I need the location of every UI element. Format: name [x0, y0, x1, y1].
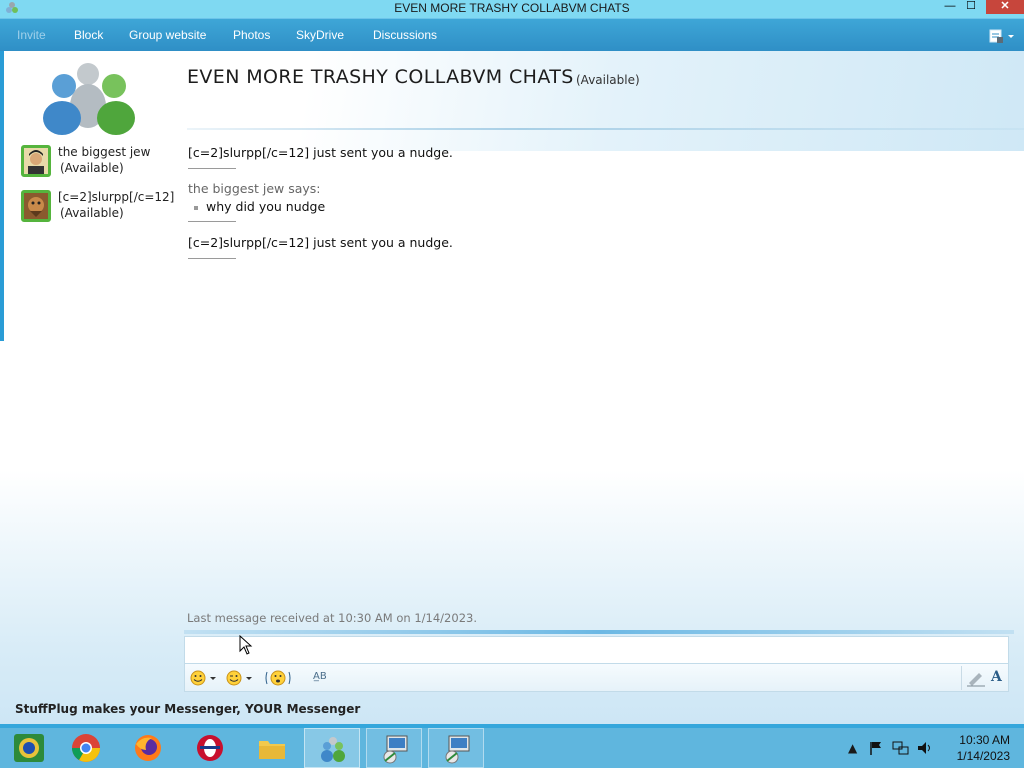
handwriting-icon[interactable]: [965, 669, 987, 687]
taskbar-remote-desktop-2[interactable]: [428, 728, 484, 768]
menu-bar: Invite Block Group website Photos SkyDri…: [0, 18, 1024, 51]
header-divider: [187, 128, 1024, 130]
taskbar-file-explorer[interactable]: [244, 728, 300, 768]
input-glow: [184, 630, 1014, 634]
action-center-flag-icon[interactable]: [868, 740, 884, 756]
group-status: (Available): [576, 73, 640, 87]
network-icon[interactable]: [892, 740, 910, 756]
contact-avatar-icon: [24, 148, 48, 174]
firefox-icon: [135, 735, 161, 761]
format-toolbar: A̲B A: [184, 664, 1009, 692]
close-button[interactable]: ✕: [986, 0, 1024, 14]
opera-icon: [197, 735, 223, 761]
taskbar-opera[interactable]: [182, 728, 238, 768]
last-message-info: Last message received at 10:30 AM on 1/1…: [187, 611, 477, 625]
contact-status: (Available): [60, 161, 124, 175]
toolbar-divider: [961, 666, 962, 690]
menu-options-icon[interactable]: [988, 28, 1016, 44]
title-bar: EVEN MORE TRASHY COLLABVM CHATS — ☐ ✕: [0, 0, 1024, 18]
chat-message-text: why did you nudge: [206, 199, 326, 214]
taskbar-messenger[interactable]: [304, 728, 360, 768]
menu-block[interactable]: Block: [74, 28, 103, 42]
taskbar-firefox[interactable]: [120, 728, 176, 768]
nudge-icon[interactable]: [265, 669, 291, 687]
menu-photos[interactable]: Photos: [233, 28, 270, 42]
menu-invite[interactable]: Invite: [17, 28, 46, 42]
message-separator: [188, 221, 236, 222]
avatar: [21, 190, 51, 222]
emoticon-icon[interactable]: [189, 669, 219, 687]
message-input[interactable]: [184, 636, 1009, 664]
show-hidden-icons-icon[interactable]: ▲: [848, 741, 857, 755]
window-title: EVEN MORE TRASHY COLLABVM CHATS: [394, 1, 630, 15]
bullet-icon: [194, 205, 198, 210]
avatar: [21, 145, 51, 177]
contact-name: [c=2]slurpp[/c=12]: [58, 190, 175, 204]
left-edge-strip: [0, 51, 4, 341]
maximize-button[interactable]: ☐: [958, 0, 984, 14]
remote-desktop-icon: [383, 735, 408, 764]
taskbar-remote-desktop-1[interactable]: [366, 728, 422, 768]
font-icon[interactable]: A: [991, 669, 1009, 687]
menu-discussions[interactable]: Discussions: [373, 28, 437, 42]
group-name: EVEN MORE TRASHY COLLABVM CHATS: [187, 66, 574, 88]
clock-date: 1/14/2023: [956, 749, 1010, 763]
menu-group-website[interactable]: Group website: [129, 28, 206, 42]
message-separator: [188, 258, 236, 259]
mouse-cursor-icon: [239, 635, 253, 655]
chat-message: why did you nudge: [194, 199, 325, 214]
sender-line: the biggest jew says:: [188, 181, 321, 196]
taskbar-clock[interactable]: 10:30 AM 1/14/2023: [940, 732, 1010, 764]
menu-skydrive[interactable]: SkyDrive: [296, 28, 344, 42]
start-orb-icon: [14, 734, 44, 762]
contact-status: (Available): [60, 206, 124, 220]
remote-desktop-icon: [445, 735, 470, 764]
status-bar-text: StuffPlug makes your Messenger, YOUR Mes…: [15, 702, 361, 716]
contact-name: the biggest jew: [58, 145, 151, 159]
nudge-message: [c=2]slurpp[/c=12] just sent you a nudge…: [188, 145, 453, 160]
contact-avatar-icon: [24, 193, 48, 219]
nudge-message: [c=2]slurpp[/c=12] just sent you a nudge…: [188, 235, 453, 250]
taskbar-chrome[interactable]: [58, 728, 114, 768]
clock-time: 10:30 AM: [959, 733, 1010, 747]
spell-check-icon[interactable]: A̲B: [313, 671, 331, 689]
chrome-icon: [72, 734, 100, 762]
messenger-icon: [321, 737, 345, 762]
start-orb-button[interactable]: [0, 728, 56, 768]
wink-icon[interactable]: [225, 669, 255, 687]
volume-icon[interactable]: [916, 740, 934, 756]
group-icon: [43, 63, 135, 135]
message-separator: [188, 168, 236, 169]
folder-icon: [259, 741, 285, 759]
